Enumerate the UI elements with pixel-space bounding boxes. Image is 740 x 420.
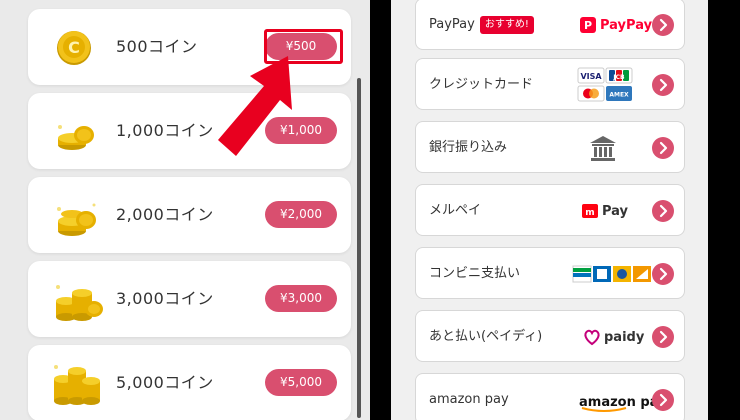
visa-logo-text: VISA (580, 72, 602, 81)
payment-method-label: あと払い(ペイディ) (429, 329, 543, 344)
price-button-3000[interactable]: ¥3,000 (265, 285, 337, 312)
payment-method-label: PayPay (429, 17, 475, 32)
svg-text:C: C (68, 38, 80, 57)
payment-option-bank-transfer[interactable]: 銀行振り込み (415, 121, 685, 173)
paidy-logo-text: paidy (604, 329, 645, 345)
paypay-logo-icon: P PayPay (579, 0, 652, 51)
payment-method-label: amazon pay (429, 392, 509, 407)
coin-amount-label: 3,000コイン (116, 289, 214, 308)
paypay-mark-icon: P (580, 17, 596, 33)
coin-stack-medium-icon (57, 203, 96, 236)
chevron-right-icon[interactable] (652, 389, 674, 411)
coin-option-3000[interactable]: 3,000コイン ¥3,000 (28, 261, 351, 337)
single-coin-icon: C (57, 31, 91, 65)
merpay-mark-icon: m (582, 204, 598, 218)
chevron-right-icon[interactable] (652, 137, 674, 159)
merpay-logo-text: Pay (602, 203, 629, 219)
paidy-logo-icon: paidy (583, 311, 644, 363)
coin-option-5000[interactable]: 5,000コイン ¥5,000 (28, 345, 351, 420)
payment-option-amazon-pay[interactable]: amazon pay amazon pay (415, 373, 685, 420)
chevron-right-icon[interactable] (652, 263, 674, 285)
payment-option-convenience-store[interactable]: コンビニ支払い (415, 247, 685, 299)
merpay-logo-icon: m Pay (581, 185, 628, 237)
payment-method-label: メルペイ (429, 203, 482, 218)
coin-amount-label: 1,000コイン (116, 121, 214, 140)
coin-option-1000[interactable]: 1,000コイン ¥1,000 (28, 93, 351, 169)
payment-method-label: 銀行振り込み (429, 140, 508, 155)
chevron-right-icon[interactable] (652, 200, 674, 222)
jcb-logo-text: JCB (612, 74, 625, 81)
coin-stack-xlarge-icon (54, 365, 100, 405)
payment-method-label: クレジットカード (429, 77, 534, 92)
chevron-right-icon[interactable] (652, 326, 674, 348)
coin-amount-label: 2,000コイン (116, 205, 214, 224)
payment-option-credit-card[interactable]: クレジットカード VISA JCB AMEX (415, 58, 685, 110)
svg-text:m: m (585, 208, 594, 218)
amazon-smile-icon (581, 406, 627, 412)
scrollbar[interactable] (357, 78, 361, 418)
payment-option-paypay[interactable]: PayPay おすすめ! P PayPay (415, 0, 685, 50)
paidy-mark-icon (584, 329, 600, 346)
coin-option-2000[interactable]: 2,000コイン ¥2,000 (28, 177, 351, 253)
payment-option-paidy[interactable]: あと払い(ペイディ) paidy (415, 310, 685, 362)
coin-amount-label: 5,000コイン (116, 373, 214, 392)
coin-amount-label: 500コイン (116, 37, 198, 56)
recommended-badge: おすすめ! (479, 15, 534, 34)
amex-logo-text: AMEX (609, 92, 629, 99)
bank-icon (588, 122, 618, 174)
price-button-5000[interactable]: ¥5,000 (265, 369, 337, 396)
chevron-right-icon[interactable] (652, 14, 674, 36)
back-chevron-icon[interactable] (40, 14, 58, 40)
coin-stack-small-icon (58, 125, 94, 150)
paypay-logo-text: PayPay (600, 17, 653, 33)
payment-option-merpay[interactable]: メルペイ m Pay (415, 184, 685, 236)
coin-stack-large-icon (56, 285, 103, 321)
payment-method-screen: PayPay おすすめ! P PayPay クレジットカード VISA JCB (391, 0, 708, 420)
svg-text:P: P (584, 19, 592, 32)
pointer-arrow-icon (218, 56, 292, 156)
payment-method-label: コンビニ支払い (429, 266, 521, 281)
price-button-2000[interactable]: ¥2,000 (265, 201, 337, 228)
chevron-right-icon[interactable] (652, 74, 674, 96)
credit-card-brands-icon: VISA JCB AMEX (577, 59, 633, 111)
coin-purchase-screen: C 500コイン ¥500 1,000コイン ¥1,000 2,000コイン ¥… (0, 0, 370, 420)
convenience-store-logos-icon (572, 248, 654, 300)
